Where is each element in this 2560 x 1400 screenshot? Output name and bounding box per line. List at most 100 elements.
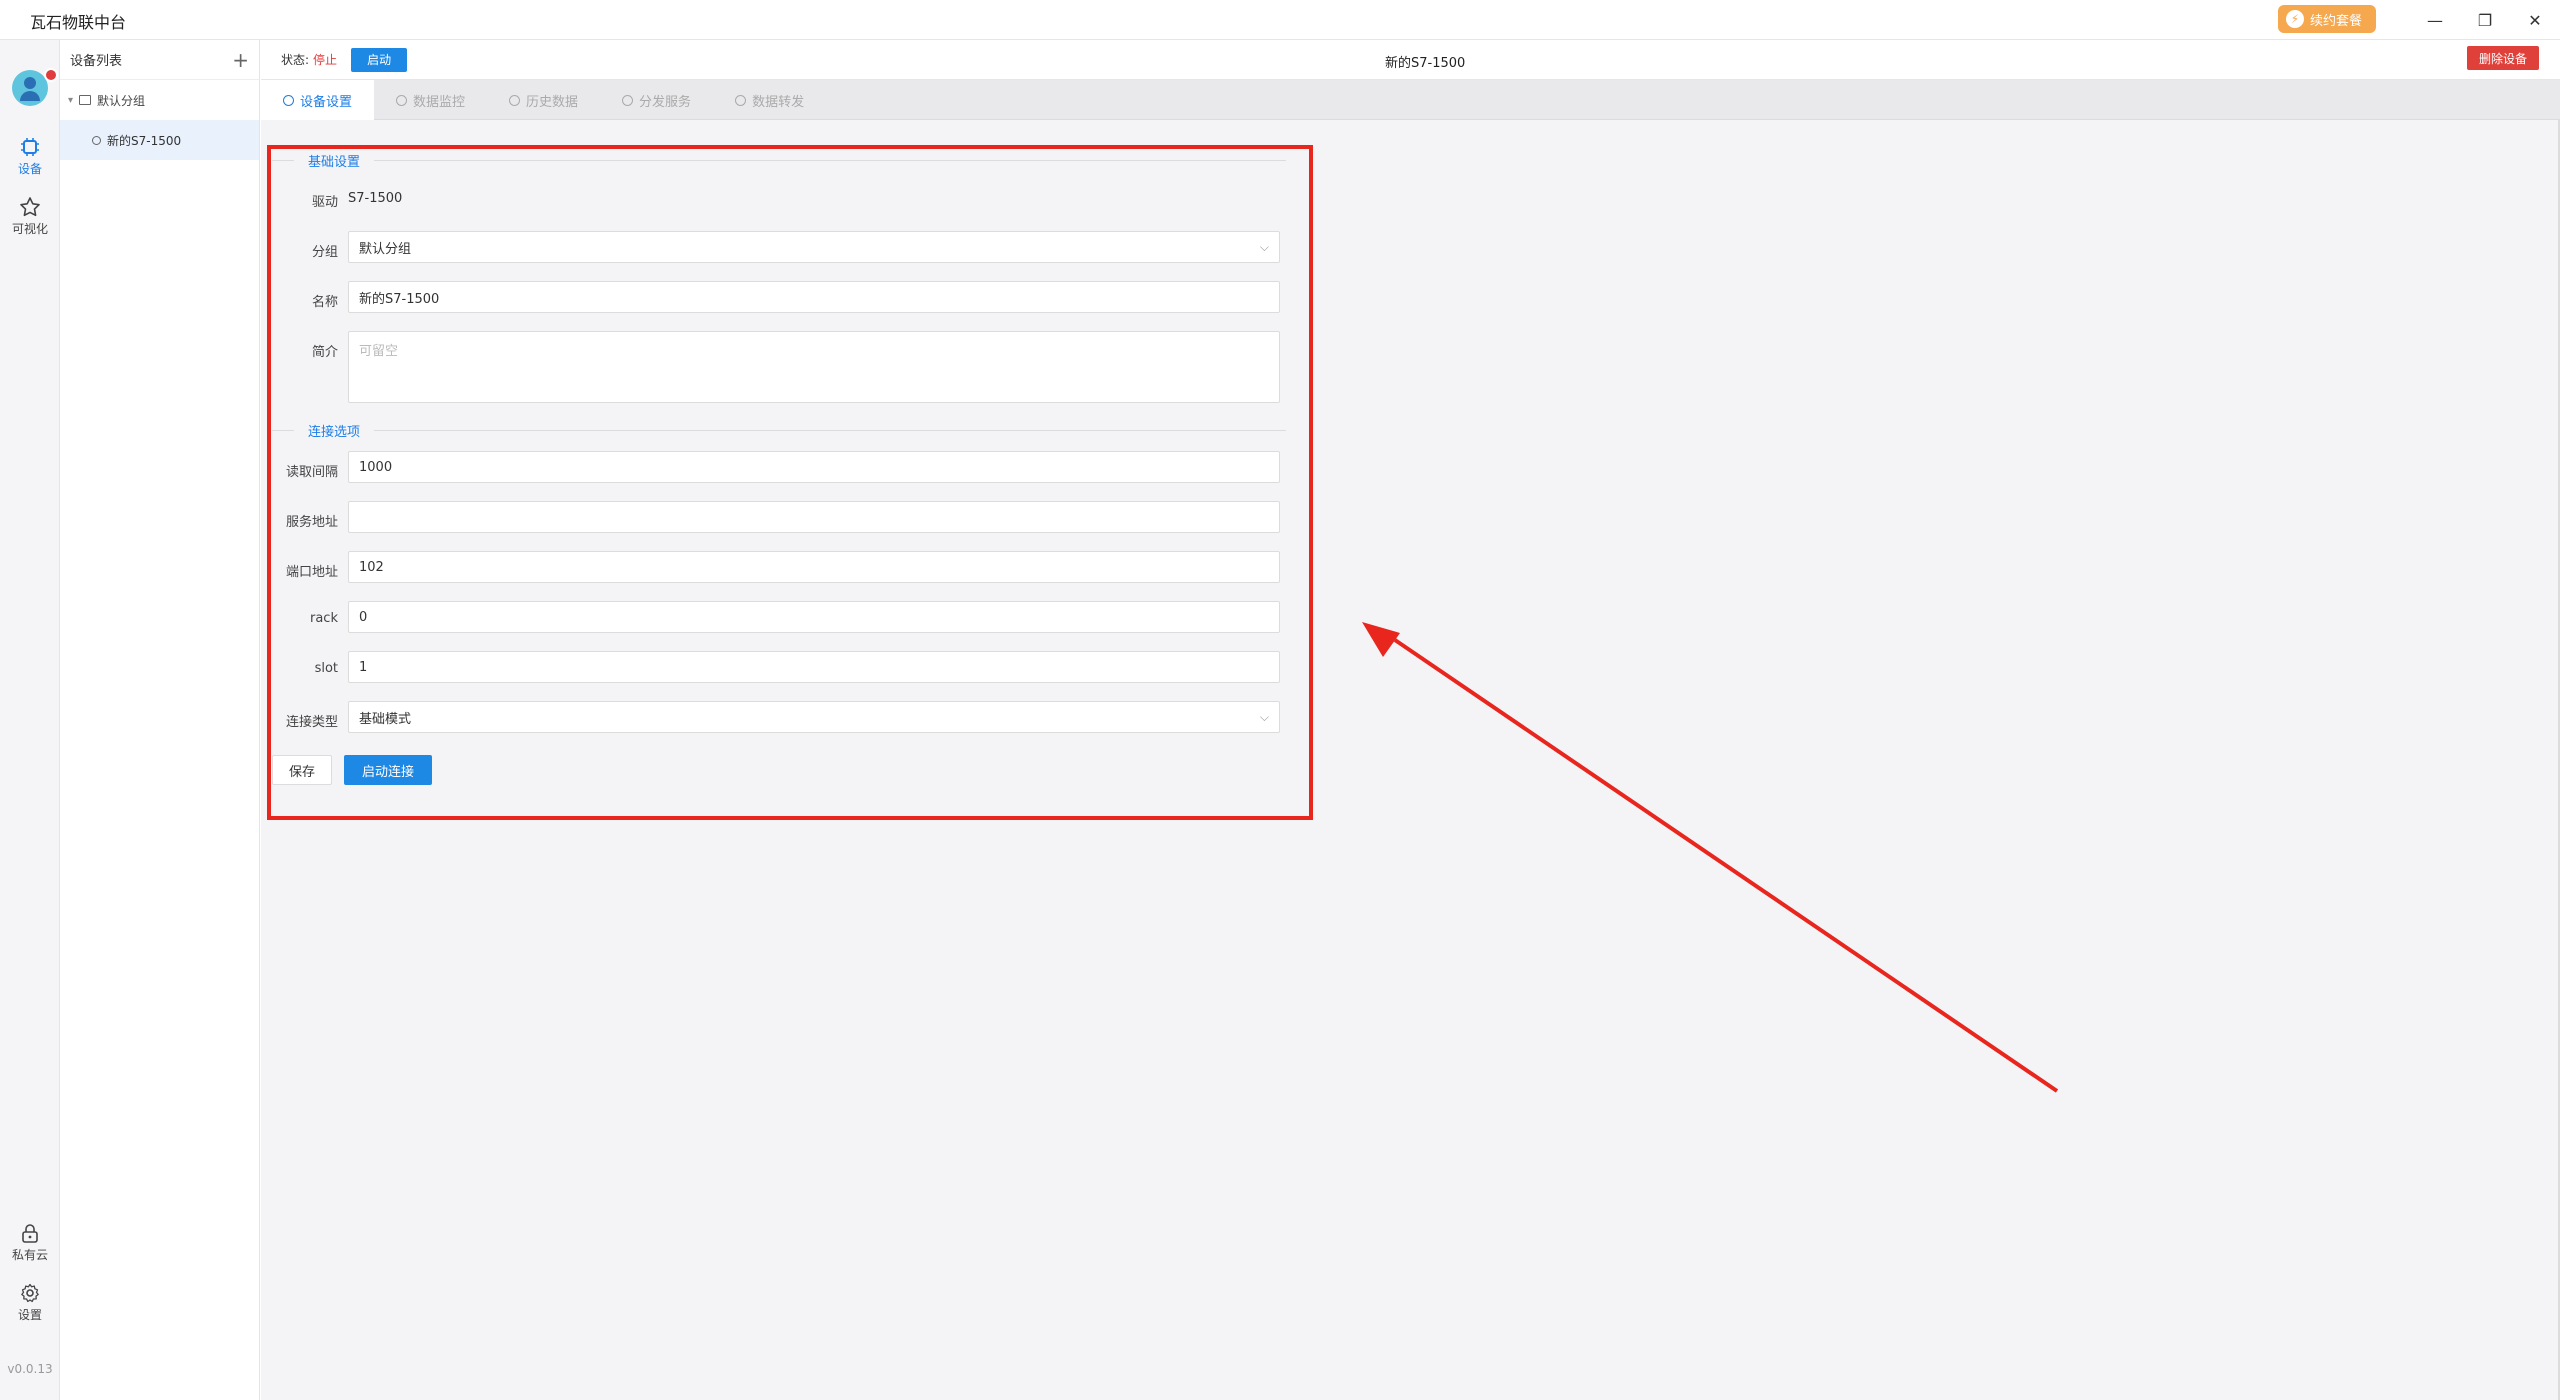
rail-item-device[interactable]: 设备: [0, 136, 60, 177]
interval-label: 读取间隔: [285, 465, 338, 480]
slot-row: slot 1: [272, 645, 1302, 695]
forward-tab-icon: [735, 94, 747, 106]
group-select-value: 默认分组: [359, 241, 412, 257]
start-button[interactable]: 启动: [351, 47, 408, 72]
folder-icon: [79, 95, 92, 105]
notification-badge: [44, 68, 58, 82]
monitor-tab-icon: [396, 94, 408, 106]
name-input[interactable]: 新的S7-1500: [348, 281, 1280, 313]
tab-label: 设备设置: [300, 94, 353, 110]
tab-bar: 设备设置 数据监控 历史数据 分发服务 数据转发: [261, 80, 2560, 120]
icon-rail: 设备 可视化 私有云 设置 v0.0.13: [0, 40, 60, 1400]
app-title: 瓦石物联中台: [30, 13, 127, 32]
rail-item-private-cloud[interactable]: 私有云: [0, 1222, 60, 1263]
slot-input[interactable]: 1: [348, 651, 1280, 683]
tab-data-forward[interactable]: 数据转发: [713, 80, 826, 120]
device-item-label: 新的S7-1500: [107, 133, 182, 148]
status-value: 停止: [313, 53, 338, 67]
device-status-icon: [92, 135, 101, 145]
tab-data-monitor[interactable]: 数据监控: [374, 80, 487, 120]
connection-type-value: 基础模式: [359, 711, 412, 727]
device-settings-form: 基础设置 驱动 S7-1500 分组 默认分组 ⌵ 名称 新的S7-1500 简…: [272, 145, 1302, 797]
delete-device-button[interactable]: 删除设备: [2467, 46, 2539, 70]
group-label: 默认分组: [97, 93, 146, 108]
driver-row: 驱动 S7-1500: [272, 175, 1302, 225]
group-item-default[interactable]: ▾ 默认分组: [60, 80, 259, 120]
tab-device-settings[interactable]: 设备设置: [261, 80, 375, 120]
form-actions: 保存 启动连接: [272, 747, 1302, 797]
group-row: 分组 默认分组 ⌵: [272, 225, 1302, 275]
interval-input[interactable]: 1000: [348, 451, 1280, 483]
connection-type-row: 连接类型 基础模式 ⌵: [272, 695, 1302, 745]
device-item-s7-1500[interactable]: 新的S7-1500: [60, 120, 259, 160]
section-divider: [272, 430, 1286, 431]
connection-type-label: 连接类型: [285, 715, 338, 730]
chip-icon: [21, 138, 39, 156]
name-row: 名称 新的S7-1500: [272, 275, 1302, 325]
chevron-down-icon[interactable]: ▾: [68, 95, 73, 106]
slot-label: slot: [314, 661, 338, 676]
device-title: 新的S7-1500: [1385, 56, 1466, 71]
title-bar: 瓦石物联中台 ⚡ 续约套餐 — ❐ ✕: [0, 0, 2560, 40]
rail-label-private-cloud: 私有云: [11, 1248, 48, 1262]
restore-button[interactable]: ❐: [2470, 6, 2500, 34]
tab-label: 历史数据: [526, 94, 579, 110]
save-button[interactable]: 保存: [272, 755, 332, 785]
device-list-title: 设备列表: [70, 54, 123, 69]
rail-label-device: 设备: [17, 162, 42, 176]
connection-type-select[interactable]: 基础模式 ⌵: [348, 701, 1280, 733]
status-label: 状态:: [281, 53, 310, 67]
chevron-down-icon: ⌵: [1259, 709, 1269, 724]
rack-row: rack 0: [272, 595, 1302, 645]
rack-label: rack: [310, 611, 338, 626]
section-divider: [272, 160, 1286, 161]
description-label: 简介: [311, 345, 338, 360]
description-textarea[interactable]: 可留空: [348, 331, 1280, 403]
start-connection-button[interactable]: 启动连接: [344, 755, 432, 785]
rack-input[interactable]: 0: [348, 601, 1280, 633]
version-label: v0.0.13: [7, 1362, 53, 1376]
basic-settings-section: 基础设置: [272, 145, 1302, 175]
rail-item-settings[interactable]: 设置: [0, 1282, 60, 1323]
minimize-button[interactable]: —: [2420, 6, 2450, 34]
history-tab-icon: [509, 94, 521, 106]
add-device-button[interactable]: +: [232, 48, 249, 72]
driver-value: S7-1500: [348, 191, 403, 206]
group-select[interactable]: 默认分组 ⌵: [348, 231, 1280, 263]
interval-row: 读取间隔 1000: [272, 445, 1302, 495]
avatar-body: [20, 91, 40, 101]
renew-plan-label: 续约套餐: [2310, 13, 2363, 29]
gear-icon: [21, 1283, 39, 1303]
name-label: 名称: [311, 295, 338, 310]
rail-item-visualization[interactable]: 可视化: [0, 196, 60, 237]
server-row: 服务地址: [272, 495, 1302, 545]
close-button[interactable]: ✕: [2520, 6, 2550, 34]
tab-label: 数据监控: [413, 94, 466, 110]
rail-label-settings: 设置: [17, 1308, 42, 1322]
tab-history-data[interactable]: 历史数据: [487, 80, 600, 120]
renew-plan-button[interactable]: ⚡ 续约套餐: [2278, 5, 2376, 33]
lightning-icon: ⚡: [2286, 10, 2304, 28]
port-input[interactable]: 102: [348, 551, 1280, 583]
settings-tab-icon: [283, 94, 294, 106]
tab-distribution-service[interactable]: 分发服务: [600, 80, 713, 120]
description-row: 简介 可留空: [272, 325, 1302, 415]
avatar-head: [24, 77, 36, 89]
avatar[interactable]: [12, 70, 48, 106]
tab-label: 数据转发: [752, 94, 805, 110]
distribution-tab-icon: [622, 94, 634, 106]
section-title: 基础设置: [294, 151, 375, 170]
device-list-panel: 设备列表 + ▾ 默认分组 新的S7-1500: [60, 40, 260, 1400]
main-area: 状态: 停止 启动 新的S7-1500 删除设备 设备设置 数据监控 历史数据 …: [261, 40, 2560, 1400]
port-label: 端口地址: [285, 565, 338, 580]
lock-icon: [22, 1224, 38, 1243]
device-list-header: 设备列表 +: [60, 40, 259, 80]
section-title: 连接选项: [294, 421, 375, 440]
port-row: 端口地址 102: [272, 545, 1302, 595]
server-address-input[interactable]: [348, 501, 1280, 533]
server-label: 服务地址: [285, 515, 338, 530]
status-bar: 状态: 停止 启动 新的S7-1500 删除设备: [261, 40, 2560, 80]
connection-section: 连接选项: [272, 415, 1302, 445]
group-label: 分组: [311, 245, 338, 260]
chevron-down-icon: ⌵: [1259, 239, 1269, 254]
